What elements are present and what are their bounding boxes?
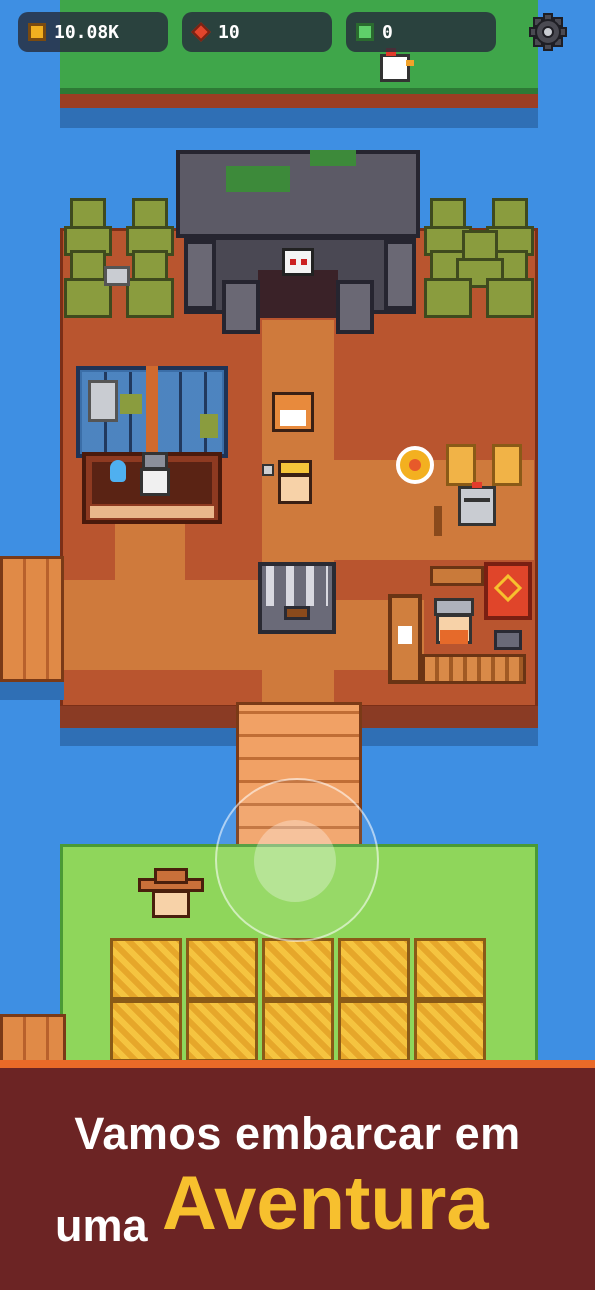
emerald-counter: 0 (346, 12, 496, 52)
wheat-crop[interactable] (414, 938, 486, 1000)
cat-character[interactable] (270, 386, 316, 436)
training-dummy[interactable] (446, 444, 476, 486)
wheat-crop[interactable] (262, 1000, 334, 1060)
moss-patch (310, 150, 356, 166)
viking-blacksmith-character[interactable] (430, 596, 478, 648)
dock-shadow (0, 682, 64, 700)
chicken-character[interactable] (376, 46, 416, 86)
moss-patch (226, 166, 290, 192)
wheat-crop[interactable] (262, 938, 334, 1000)
wheat-crop[interactable] (338, 938, 410, 1000)
tagline-line2-prefix: uma (55, 1200, 148, 1251)
gear-icon[interactable] (528, 12, 568, 52)
temple-pillar-left (222, 280, 260, 334)
boulder (104, 266, 130, 286)
temple-pillar-right (336, 280, 374, 334)
hero-character[interactable] (262, 458, 320, 508)
top-island-edge (60, 94, 538, 108)
wheat-crop[interactable] (338, 1000, 410, 1060)
tagline-highlight: Aventura (162, 1161, 489, 1246)
forge-door[interactable] (388, 594, 422, 684)
sword-stand (434, 506, 442, 536)
emerald-amount: 0 (382, 21, 393, 43)
red-gem-icon (191, 22, 211, 42)
wheat-crop[interactable] (110, 938, 182, 1000)
farmer-character[interactable] (138, 868, 204, 920)
stone-statue (88, 380, 118, 422)
wooden-dock-lower-left[interactable] (0, 1014, 66, 1060)
tagline-line1: Vamos embarcar em (74, 1108, 521, 1159)
top-island-shadow (60, 108, 538, 128)
wheat-crop[interactable] (110, 1000, 182, 1060)
skull-icon (282, 248, 314, 276)
greenhouse-moss (120, 394, 142, 414)
treasure-chest-bars (266, 566, 328, 606)
dirt-path-vertical (262, 320, 334, 710)
forge-fence (422, 654, 526, 684)
weapon-rack (430, 566, 484, 586)
wooden-dock-left[interactable] (0, 556, 64, 682)
knight-character[interactable] (456, 482, 498, 528)
temple-roof[interactable] (176, 150, 420, 238)
wheat-crop[interactable] (414, 1000, 486, 1060)
gem-amount: 10 (218, 21, 240, 43)
greenhouse-base (90, 506, 214, 518)
anvil (494, 630, 522, 650)
greenhouse-moss (200, 414, 218, 438)
training-dummy[interactable] (492, 444, 522, 486)
dirt-path-left (60, 580, 265, 670)
gold-amount: 10.08K (54, 21, 120, 43)
gem-counter: 10 (182, 12, 332, 52)
red-banner (484, 562, 532, 620)
gold-coin-icon (28, 23, 46, 41)
blue-flame-icon (110, 460, 126, 482)
temple-doorway[interactable] (258, 270, 338, 318)
greenhouse-ridge (146, 366, 158, 460)
dirt-path-greenhouse (115, 520, 185, 590)
archery-target[interactable] (396, 446, 434, 484)
green-emerald-icon (356, 23, 374, 41)
wheat-crop[interactable] (186, 938, 258, 1000)
gold-counter: 10.08K (18, 12, 168, 52)
temple-pillar-far-right (384, 240, 416, 310)
treasure-chest-lock (284, 606, 310, 620)
wizard-character[interactable] (136, 452, 174, 498)
game-scene[interactable]: 10.08K 10 0 (0, 0, 595, 1060)
joystick-thumb[interactable] (254, 820, 336, 902)
temple-pillar-far-left (184, 240, 216, 310)
wheat-crop[interactable] (186, 1000, 258, 1060)
